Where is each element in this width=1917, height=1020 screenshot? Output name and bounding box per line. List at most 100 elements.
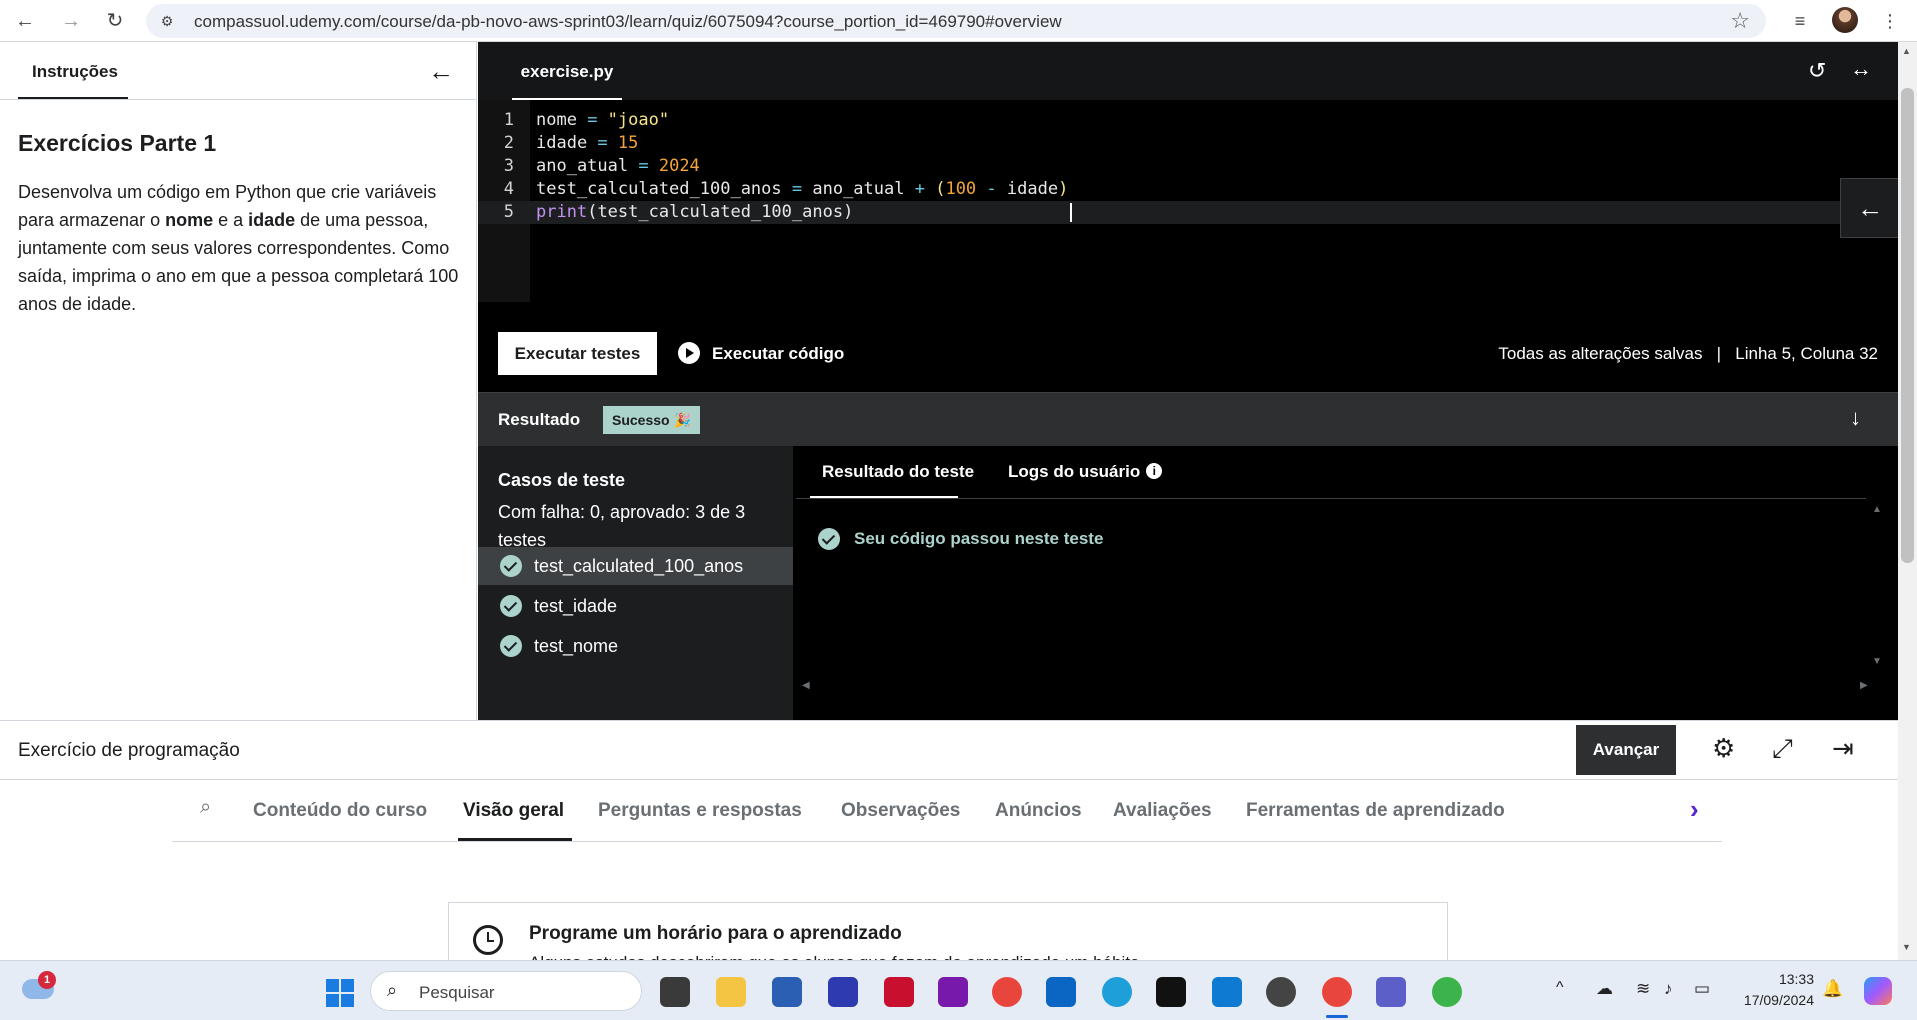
expand-horizontal-icon[interactable]: ↔: [1850, 56, 1872, 82]
scroll-down-icon[interactable]: ▼: [1902, 942, 1911, 952]
scroll-left-icon[interactable]: ◀: [802, 680, 810, 691]
instructions-panel: Instruções ← Exercícios Parte 1 Desenvol…: [0, 42, 477, 720]
editor-status: Todas as alterações salvas | Linha 5, Co…: [1498, 344, 1878, 364]
file-explorer-icon[interactable]: [716, 977, 746, 1007]
tab-overview[interactable]: Visão geral: [463, 800, 564, 822]
reset-code-icon[interactable]: ↺: [1808, 58, 1826, 84]
play-icon: [678, 341, 700, 364]
github-icon[interactable]: [1266, 977, 1296, 1007]
scroll-down-icon[interactable]: ▼: [1872, 656, 1882, 667]
copilot-icon[interactable]: [1864, 977, 1892, 1005]
status-badge: Sucesso 🎉: [603, 406, 700, 434]
file-tab-exercise[interactable]: exercise.py: [512, 42, 622, 100]
collapse-editor-arrow-icon[interactable]: ←: [1840, 178, 1900, 238]
forward-arrow-icon[interactable]: →: [58, 8, 84, 34]
edge-icon[interactable]: [1102, 977, 1132, 1007]
tab-test-result[interactable]: Resultado do teste: [822, 446, 974, 498]
collapse-view-icon[interactable]: ⇥: [1832, 733, 1854, 764]
onenote-icon[interactable]: [938, 977, 968, 1007]
info-icon[interactable]: i: [1146, 462, 1163, 479]
teams-icon[interactable]: [1376, 977, 1406, 1007]
profile-avatar[interactable]: [1832, 7, 1858, 33]
notification-bell-icon[interactable]: 🔔: [1822, 979, 1843, 999]
pass-indicator: [818, 520, 854, 558]
site-info-icon[interactable]: ⚙: [158, 12, 176, 30]
tab-course-content[interactable]: Conteúdo do curso: [253, 800, 427, 822]
taskbar-search-input[interactable]: ⌕ Pesquisar: [370, 971, 642, 1011]
next-button[interactable]: Avançar: [1576, 725, 1676, 775]
chrome-icon[interactable]: [992, 977, 1022, 1007]
code-token: -: [976, 179, 1007, 199]
check-circle-icon: [500, 555, 522, 577]
code-line[interactable]: 4 test_calculated_100_anos = ano_atual +…: [478, 178, 1898, 201]
wifi-icon[interactable]: ≋: [1636, 979, 1650, 999]
chrome-profile-icon[interactable]: [1322, 977, 1352, 1007]
scroll-up-icon[interactable]: ▲: [1872, 504, 1882, 515]
run-tests-button[interactable]: Executar testes: [498, 332, 657, 375]
task-view-icon[interactable]: [660, 977, 690, 1007]
tab-reviews[interactable]: Avaliações: [1113, 800, 1212, 822]
code-token: test_calculated_100_anos: [597, 202, 844, 222]
app-icon[interactable]: [1432, 977, 1462, 1007]
code-token: (: [935, 179, 946, 199]
line-number: 5: [503, 202, 514, 222]
vscode-icon[interactable]: [1212, 977, 1242, 1007]
test-case-item[interactable]: test_calculated_100_anos: [478, 547, 793, 585]
tab-user-logs[interactable]: Logs do usuário i: [1008, 446, 1163, 498]
app-icon[interactable]: [828, 977, 858, 1007]
volume-icon[interactable]: ♪: [1664, 979, 1673, 999]
search-icon[interactable]: ⌕: [200, 796, 211, 819]
tray-chevron-up-icon[interactable]: ^: [1556, 979, 1564, 997]
reload-icon[interactable]: ↻: [102, 8, 128, 34]
tab-user-logs-label: Logs do usuário: [1008, 462, 1141, 481]
linkedin-icon[interactable]: [1046, 977, 1076, 1007]
description-bold-idade: idade: [248, 210, 296, 230]
bookmark-star-icon[interactable]: ☆: [1730, 8, 1750, 34]
tab-announcements[interactable]: Anúncios: [995, 800, 1082, 822]
windows-start-icon[interactable]: [326, 979, 354, 1007]
divider: [0, 99, 477, 100]
settings-gear-icon[interactable]: ⚙: [1712, 733, 1735, 764]
battery-icon[interactable]: ▭: [1694, 979, 1710, 999]
url-text[interactable]: compassuol.udemy.com/course/da-pb-novo-a…: [194, 12, 1062, 32]
run-code-button[interactable]: Executar código: [678, 332, 844, 375]
clock-time[interactable]: 13:33: [1742, 971, 1814, 987]
code-area[interactable]: 1 nome = "joao" 2 idade = 15 3 ano_atual…: [478, 100, 1900, 310]
code-line[interactable]: 3 ano_atual = 2024: [478, 155, 1898, 178]
code-line-active[interactable]: 5 print(test_calculated_100_anos): [478, 201, 1898, 224]
clock-date[interactable]: 17/09/2024: [1730, 992, 1814, 1008]
pycharm-icon[interactable]: [1156, 977, 1186, 1007]
store-icon[interactable]: [772, 977, 802, 1007]
code-line[interactable]: 2 idade = 15: [478, 132, 1898, 155]
scroll-up-icon[interactable]: ▲: [1902, 46, 1911, 56]
collapse-panel-arrow-icon[interactable]: ←: [428, 56, 454, 87]
result-header: Resultado Sucesso 🎉 ↓: [478, 392, 1898, 446]
line-number: 4: [503, 179, 514, 199]
test-case-item[interactable]: test_idade: [478, 587, 793, 625]
collapse-results-arrow-icon[interactable]: ↓: [1850, 405, 1861, 431]
code-token: 100: [945, 179, 977, 199]
back-arrow-icon[interactable]: ←: [12, 8, 38, 34]
code-token: ano_atual: [812, 179, 905, 199]
chevron-right-icon[interactable]: ›: [1690, 794, 1699, 825]
tab-qa[interactable]: Perguntas e respostas: [598, 800, 802, 822]
instructions-tab[interactable]: Instruções: [32, 62, 118, 82]
scroll-right-icon[interactable]: ▶: [1860, 680, 1868, 691]
file-tab-label: exercise.py: [520, 62, 614, 81]
tab-notes[interactable]: Observações: [841, 800, 960, 822]
alarm-clock-icon: [473, 925, 503, 955]
address-bar[interactable]: ⚙ compassuol.udemy.com/course/da-pb-novo…: [146, 4, 1766, 38]
onedrive-icon[interactable]: ☁: [1596, 979, 1613, 999]
code-line[interactable]: 1 nome = "joao": [478, 109, 1898, 132]
tab-learning-tools[interactable]: Ferramentas de aprendizado: [1246, 800, 1505, 822]
code-token: nome: [536, 110, 577, 130]
mcafee-icon[interactable]: [884, 977, 914, 1007]
scrollbar-thumb[interactable]: [1901, 88, 1914, 563]
save-status: Todas as alterações salvas: [1498, 344, 1703, 363]
page-scrollbar[interactable]: ▲ ▼: [1898, 42, 1917, 960]
browser-menu-icon[interactable]: ⋮: [1878, 9, 1902, 33]
fullscreen-icon[interactable]: ⤢: [1772, 733, 1793, 765]
test-case-item[interactable]: test_nome: [478, 627, 793, 665]
exercise-description: Desenvolva um código em Python que crie …: [18, 178, 464, 318]
media-controls-icon[interactable]: ≡: [1788, 9, 1812, 33]
